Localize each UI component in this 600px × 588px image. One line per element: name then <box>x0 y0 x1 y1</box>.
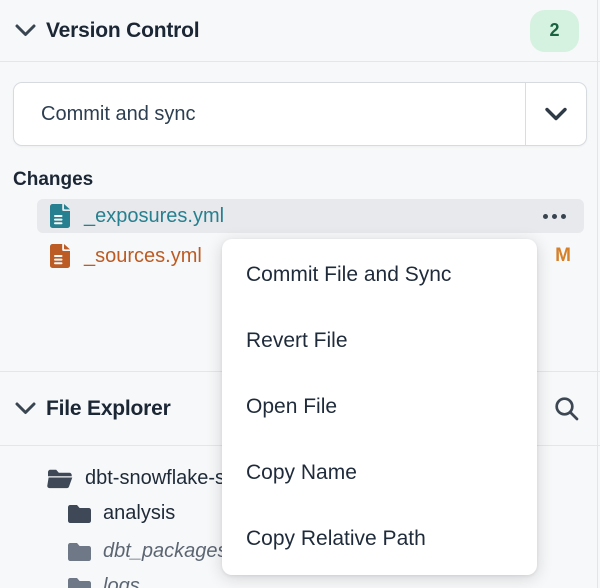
changes-section-label: Changes <box>13 169 93 191</box>
panel-right-border <box>597 0 598 588</box>
version-control-title: Version Control <box>46 19 199 43</box>
commit-action-dropdown[interactable]: Commit and sync <box>13 82 587 146</box>
folder-icon <box>68 577 91 588</box>
modified-status-badge: M <box>555 245 571 267</box>
tree-item-analysis[interactable]: analysis <box>68 495 175 531</box>
chevron-down-icon <box>15 402 36 415</box>
version-control-header: Version Control 2 <box>0 0 600 62</box>
commit-action-caret-button[interactable] <box>525 83 586 145</box>
file-explorer-collapse-button[interactable] <box>14 398 36 420</box>
changes-count-badge: 2 <box>530 10 579 52</box>
tree-item-label: analysis <box>103 502 175 525</box>
menu-item-copy-relative-path[interactable]: Copy Relative Path <box>222 506 537 572</box>
changed-file-row-exposures[interactable]: _exposures.yml <box>37 199 584 233</box>
menu-item-revert-file[interactable]: Revert File <box>222 308 537 374</box>
file-document-icon <box>50 244 70 268</box>
folder-open-icon <box>46 468 73 489</box>
search-icon <box>553 395 580 422</box>
ellipsis-icon <box>543 214 548 219</box>
menu-item-open-file[interactable]: Open File <box>222 374 537 440</box>
tree-item-logs[interactable]: logs <box>68 568 140 588</box>
file-actions-ellipsis-button[interactable] <box>541 210 568 223</box>
menu-item-copy-name[interactable]: Copy Name <box>222 440 537 506</box>
file-explorer-title: File Explorer <box>46 397 171 421</box>
folder-icon <box>68 504 91 523</box>
commit-action-label: Commit and sync <box>14 83 525 145</box>
chevron-down-icon <box>15 24 36 37</box>
tree-item-label: dbt-snowflake-s <box>85 467 225 490</box>
changed-file-name: _exposures.yml <box>84 205 224 228</box>
file-context-menu: Commit File and Sync Revert File Open Fi… <box>222 239 537 575</box>
tree-item-label: dbt_packages <box>103 540 228 563</box>
version-control-panel: Version Control 2 Commit and sync Change… <box>0 0 600 588</box>
file-document-icon <box>50 204 70 228</box>
version-control-collapse-button[interactable] <box>14 20 36 42</box>
file-search-button[interactable] <box>551 394 581 424</box>
chevron-down-icon <box>544 107 568 121</box>
tree-item-label: logs <box>103 575 140 588</box>
menu-item-commit-file-and-sync[interactable]: Commit File and Sync <box>222 242 537 308</box>
folder-icon <box>68 542 91 561</box>
changed-file-name: _sources.yml <box>84 245 202 268</box>
tree-item-project-root[interactable]: dbt-snowflake-s <box>46 460 225 496</box>
tree-item-dbt-packages[interactable]: dbt_packages <box>68 533 228 569</box>
